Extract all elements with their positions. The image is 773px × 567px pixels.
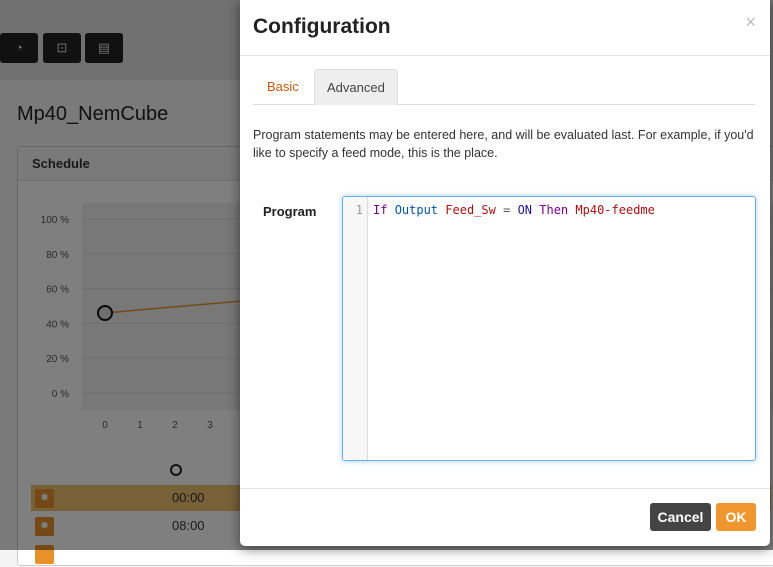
divider [240, 55, 770, 56]
program-editor[interactable]: 1 If Output Feed_Sw = ON Then Mp40-feedm… [342, 196, 756, 461]
token: Feed_Sw [445, 203, 496, 217]
token: Output [394, 203, 439, 217]
description: Program statements may be entered here, … [253, 128, 754, 160]
ok-button[interactable]: OK [716, 503, 756, 531]
configuration-modal: Configuration × Basic Advanced Program s… [240, 0, 770, 546]
token: = [503, 203, 511, 217]
code-line[interactable]: If Output Feed_Sw = ON Then Mp40-feedme [373, 203, 655, 217]
token: Then [539, 203, 569, 217]
program-label: Program [263, 204, 317, 219]
token: Mp40-feedme [575, 203, 655, 217]
tab-basic[interactable]: Basic [255, 69, 311, 105]
line-number: 1 [343, 197, 368, 460]
divider [240, 488, 770, 489]
modal-title: Configuration [253, 15, 391, 38]
close-icon[interactable]: × [745, 12, 756, 33]
tab-advanced[interactable]: Advanced [314, 69, 398, 105]
token: If [373, 203, 388, 217]
cancel-button[interactable]: Cancel [650, 503, 711, 531]
token: ON [517, 203, 533, 217]
